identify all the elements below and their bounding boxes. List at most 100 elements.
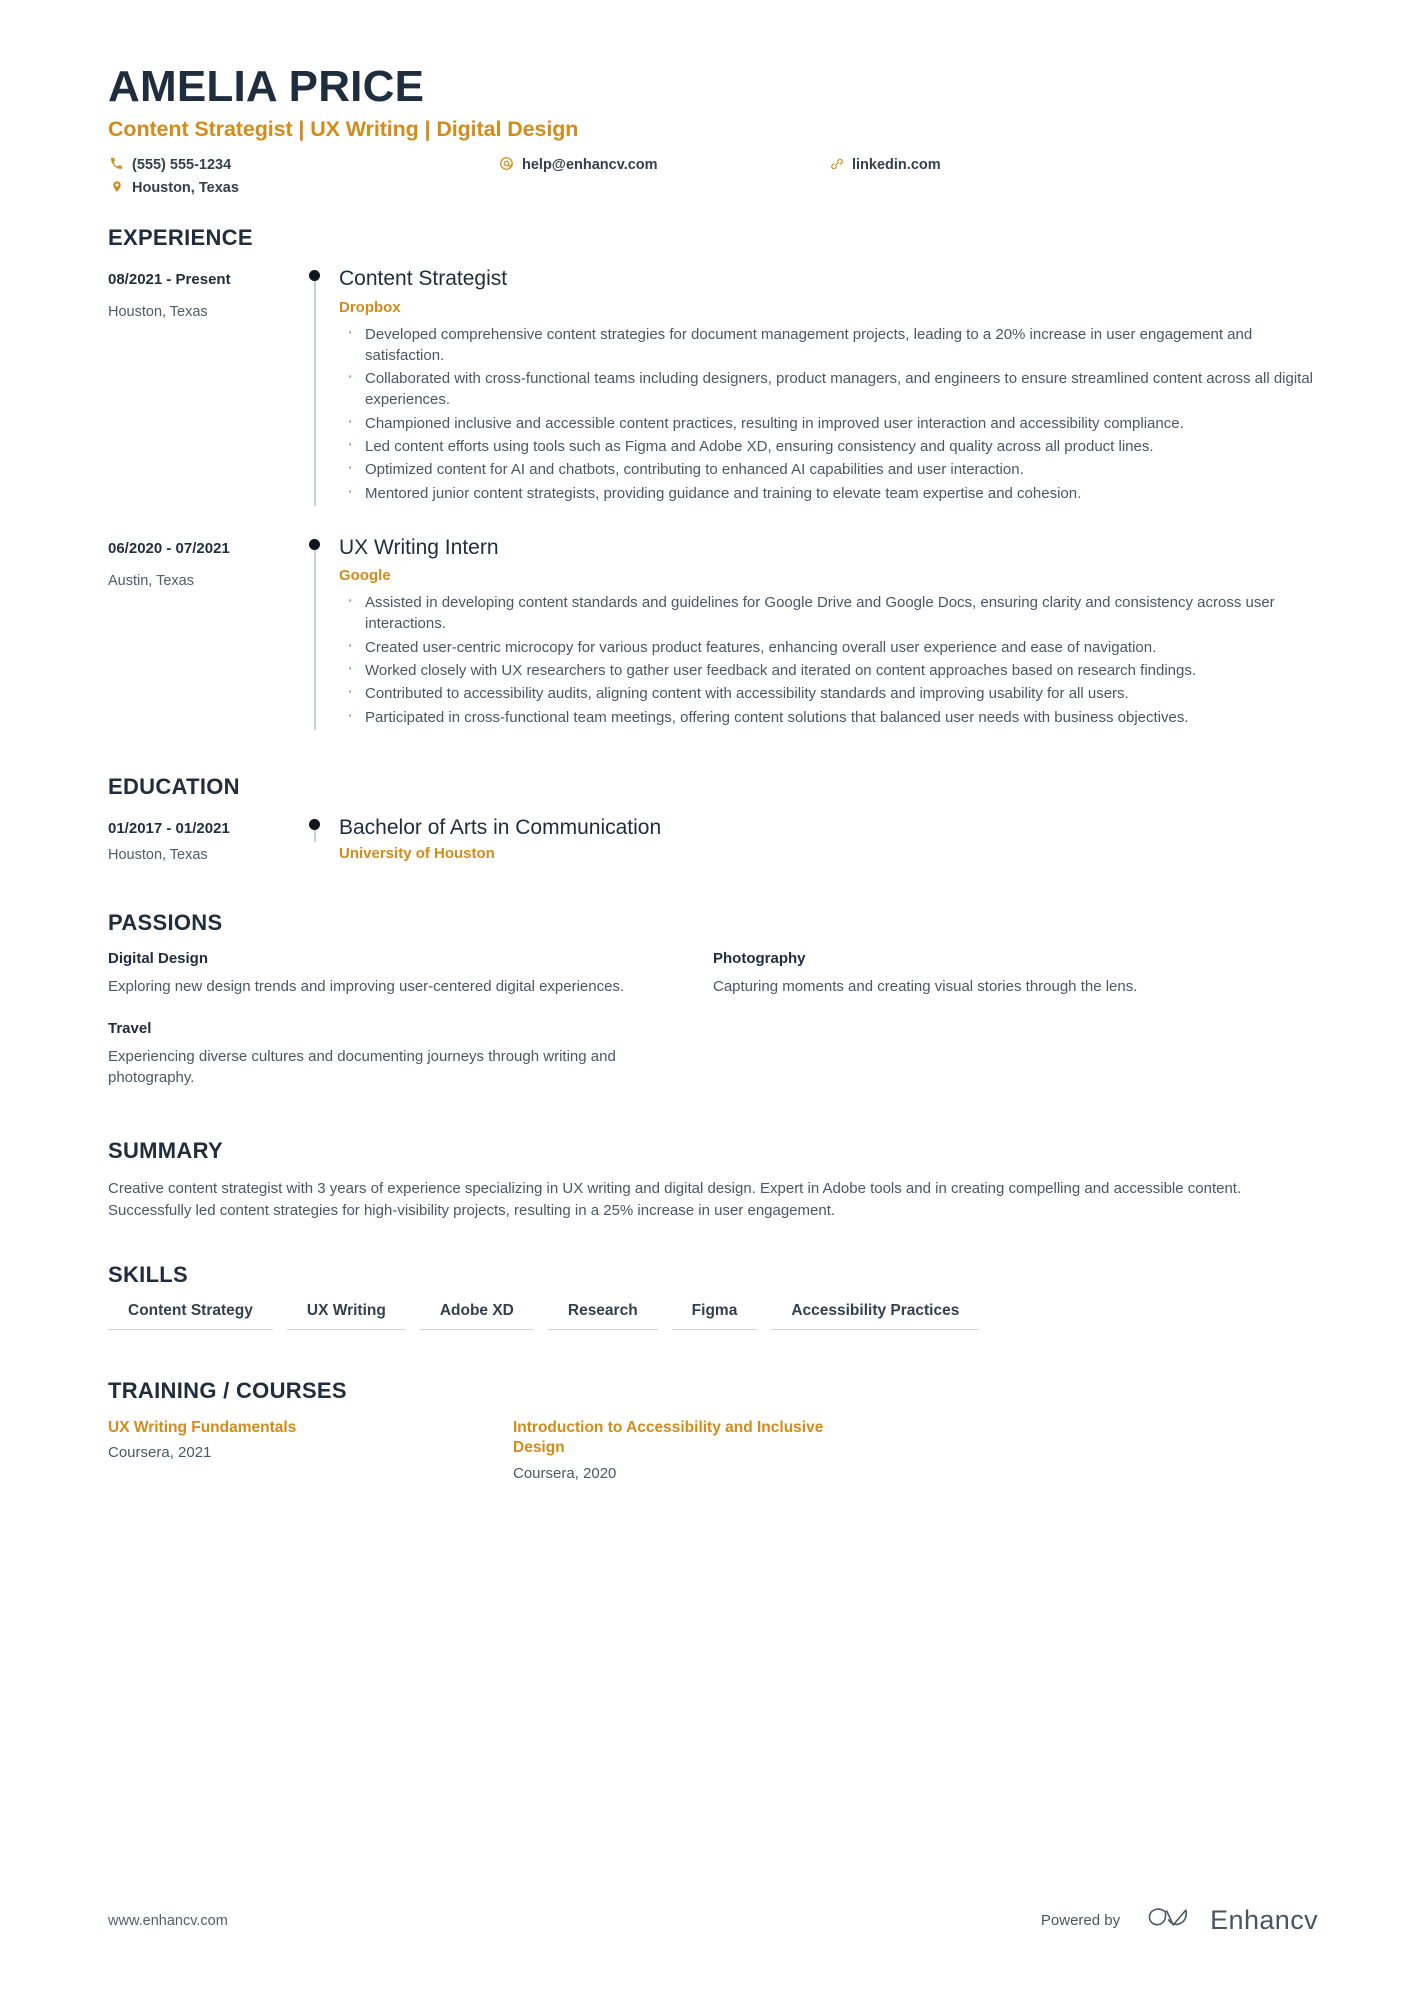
education-entry-institution: University of Houston xyxy=(339,845,495,863)
timeline-dot xyxy=(309,270,320,282)
experience-entry-body: Content Strategist Dropbox Developed com… xyxy=(339,265,1318,506)
bullet-item: Contributed to accessibility audits, ali… xyxy=(339,679,1318,706)
experience-entry-bullets: Assisted in developing content standards… xyxy=(339,588,1318,730)
experience-entry-body: UX Writing Intern Google Assisted in dev… xyxy=(339,534,1318,730)
skill-chip: Research xyxy=(547,1302,658,1330)
timeline-rail xyxy=(293,265,339,506)
experience-entry-meta: 06/2020 - 07/2021 Austin, Texas xyxy=(108,534,293,730)
timeline-dot xyxy=(309,818,320,830)
experience-entry-title: Content Strategist xyxy=(339,267,508,291)
resume-header: AMELIA PRICE Content Strategist | UX Wri… xyxy=(108,62,1318,199)
passion-title: Travel xyxy=(108,1019,152,1037)
courses-section: TRAINING / COURSES UX Writing Fundamenta… xyxy=(108,1378,1318,1482)
courses-list: UX Writing Fundamentals Coursera, 2021 I… xyxy=(108,1418,1318,1482)
timeline-dot xyxy=(309,538,320,550)
education-entry-body: Bachelor of Arts in Communication Univer… xyxy=(339,814,1318,870)
bullet-item: Championed inclusive and accessible cont… xyxy=(339,409,1318,436)
course-title: Introduction to Accessibility and Inclus… xyxy=(513,1418,824,1457)
contact-email[interactable]: help@enhancv.com xyxy=(498,154,828,176)
timeline-line xyxy=(314,277,316,506)
bullet-item: Developed comprehensive content strategi… xyxy=(339,320,1318,367)
contact-info: (555) 555-1234 help@enhancv.com linkedin… xyxy=(108,154,1048,199)
education-entry-degree: Bachelor of Arts in Communication xyxy=(339,815,662,839)
experience-section: EXPERIENCE 08/2021 - Present Houston, Te… xyxy=(108,225,1318,730)
footer-website-url[interactable]: www.enhancv.com xyxy=(108,1913,228,1929)
candidate-headline: Content Strategist | UX Writing | Digita… xyxy=(108,117,579,142)
experience-entry-meta: 08/2021 - Present Houston, Texas xyxy=(108,265,293,506)
summary-section: SUMMARY Creative content strategist with… xyxy=(108,1138,1318,1222)
page-footer: www.enhancv.com Powered by Enhancv xyxy=(108,1904,1318,1937)
bullet-item: Created user-centric microcopy for vario… xyxy=(339,633,1318,660)
skill-chip: UX Writing xyxy=(286,1302,406,1330)
powered-by-label: Powered by xyxy=(1040,1912,1121,1929)
passion-item: Digital Design Exploring new design tren… xyxy=(108,950,713,997)
education-entry: 01/2017 - 01/2021 Houston, Texas Bachelo… xyxy=(108,814,1318,870)
course-item: Introduction to Accessibility and Inclus… xyxy=(513,1418,918,1482)
education-section-title: EDUCATION xyxy=(108,773,240,799)
bullet-item: Worked closely with UX researchers to ga… xyxy=(339,656,1318,683)
experience-entry-date: 06/2020 - 07/2021 xyxy=(108,539,230,557)
contact-email-text: help@enhancv.com xyxy=(522,157,658,174)
experience-entry-location: Austin, Texas xyxy=(108,572,194,589)
bullet-item: Optimized content for AI and chatbots, c… xyxy=(339,455,1318,482)
passion-item: Travel Experiencing diverse cultures and… xyxy=(108,1020,713,1089)
skill-chip: Figma xyxy=(671,1302,758,1330)
skill-chip: Adobe XD xyxy=(419,1302,534,1330)
courses-section-title: TRAINING / COURSES xyxy=(108,1377,347,1403)
skill-chip: Accessibility Practices xyxy=(771,1302,980,1330)
contact-location: Houston, Texas xyxy=(108,177,498,199)
education-entry-location: Houston, Texas xyxy=(108,846,208,863)
enhancv-brand-name: Enhancv xyxy=(1210,1905,1318,1935)
footer-branding: Powered by Enhancv xyxy=(1041,1904,1318,1937)
timeline-rail xyxy=(293,814,339,870)
experience-entry: 06/2020 - 07/2021 Austin, Texas UX Writi… xyxy=(108,534,1318,730)
phone-icon xyxy=(108,154,125,173)
experience-entry-company: Google xyxy=(339,567,391,585)
timeline-line xyxy=(314,545,316,730)
summary-text: Creative content strategist with 3 years… xyxy=(108,1180,1242,1219)
location-pin-icon xyxy=(108,177,125,196)
link-icon xyxy=(828,154,845,173)
bullet-item: Led content efforts using tools such as … xyxy=(339,432,1318,459)
passions-section-title: PASSIONS xyxy=(108,910,223,936)
enhancv-brand: Enhancv xyxy=(1144,1904,1318,1937)
experience-entry-location: Houston, Texas xyxy=(108,304,208,321)
skills-list: Content Strategy UX Writing Adobe XD Res… xyxy=(108,1302,1318,1340)
bullet-item: Participated in cross-functional team me… xyxy=(339,703,1318,730)
contact-phone[interactable]: (555) 555-1234 xyxy=(108,154,498,176)
contact-linkedin[interactable]: linkedin.com xyxy=(828,154,1048,176)
education-entry-meta: 01/2017 - 01/2021 Houston, Texas xyxy=(108,814,293,870)
passions-section: PASSIONS Digital Design Exploring new de… xyxy=(108,910,1318,1110)
skill-chip: Content Strategy xyxy=(108,1302,273,1330)
course-item: UX Writing Fundamentals Coursera, 2021 xyxy=(108,1418,513,1482)
course-meta: Coursera, 2021 xyxy=(108,1444,212,1462)
experience-entry-date: 08/2021 - Present xyxy=(108,271,231,289)
passion-title: Photography xyxy=(713,950,806,968)
email-icon xyxy=(498,154,515,173)
experience-entry-bullets: Developed comprehensive content strategi… xyxy=(339,320,1318,506)
education-section: EDUCATION 01/2017 - 01/2021 Houston, Tex… xyxy=(108,774,1318,870)
skills-section: SKILLS Content Strategy UX Writing Adobe… xyxy=(108,1262,1318,1340)
contact-phone-text: (555) 555-1234 xyxy=(132,157,232,174)
bullet-item: Collaborated with cross-functional teams… xyxy=(339,364,1318,411)
experience-entry-company: Dropbox xyxy=(339,298,401,316)
education-entry-date: 01/2017 - 01/2021 xyxy=(108,819,230,837)
skills-section-title: SKILLS xyxy=(108,1261,189,1287)
resume-page: AMELIA PRICE Content Strategist | UX Wri… xyxy=(0,0,1410,1995)
course-meta: Coursera, 2020 xyxy=(513,1464,617,1482)
timeline-rail xyxy=(293,534,339,730)
candidate-name: AMELIA PRICE xyxy=(108,62,425,111)
enhancv-logo-icon xyxy=(1144,1904,1196,1937)
passion-description: Capturing moments and creating visual st… xyxy=(713,978,1138,996)
bullet-item: Mentored junior content strategists, pro… xyxy=(339,479,1318,506)
experience-entry: 08/2021 - Present Houston, Texas Content… xyxy=(108,265,1318,506)
course-title: UX Writing Fundamentals xyxy=(108,1418,297,1436)
passion-title: Digital Design xyxy=(108,950,209,968)
passions-grid: Digital Design Exploring new design tren… xyxy=(108,950,1318,1110)
bullet-item: Assisted in developing content standards… xyxy=(339,588,1318,635)
experience-section-title: EXPERIENCE xyxy=(108,225,253,251)
passion-item: Photography Capturing moments and creati… xyxy=(713,950,1318,997)
contact-linkedin-text: linkedin.com xyxy=(852,157,941,174)
passion-description: Experiencing diverse cultures and docume… xyxy=(108,1047,616,1086)
passion-description: Exploring new design trends and improvin… xyxy=(108,978,625,996)
